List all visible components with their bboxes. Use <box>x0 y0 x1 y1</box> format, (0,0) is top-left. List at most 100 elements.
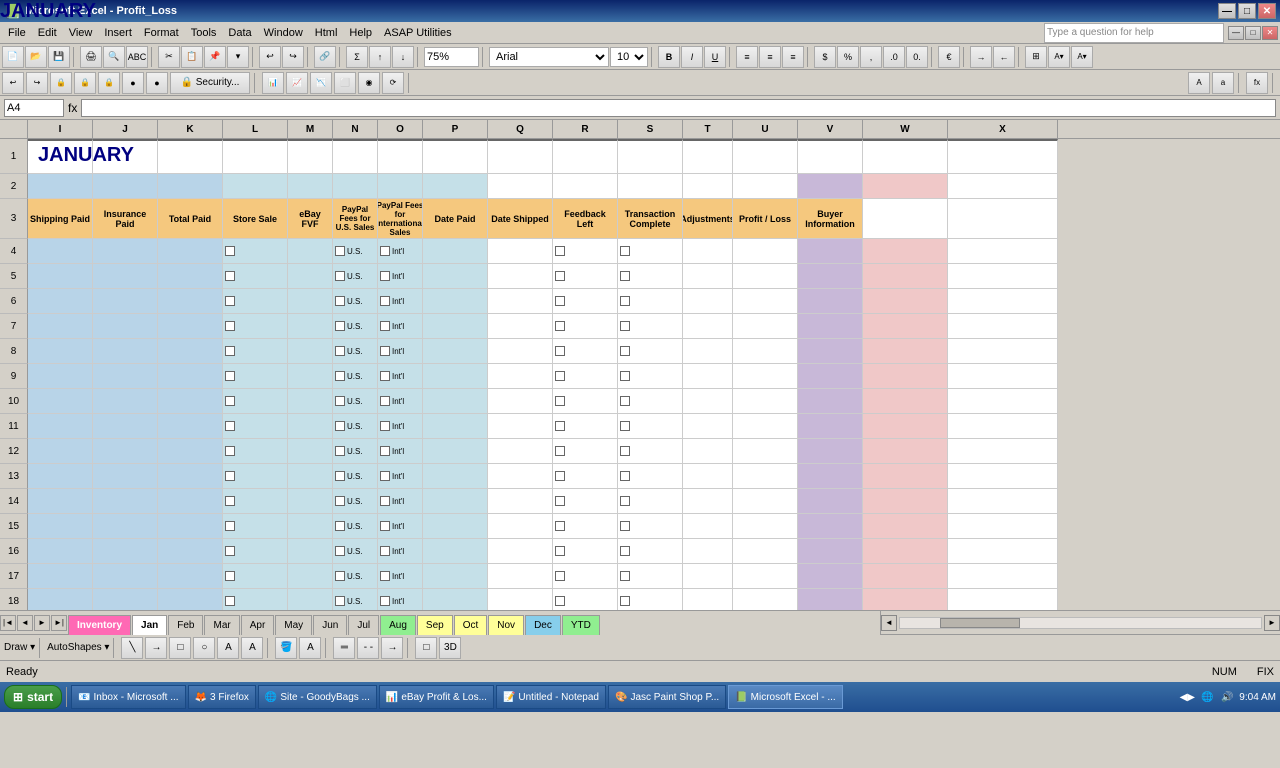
col-header-m[interactable]: M <box>288 120 333 138</box>
cell-r9[interactable] <box>553 364 618 389</box>
cell-v14[interactable] <box>798 489 863 514</box>
cell-m17[interactable] <box>288 564 333 589</box>
cell-k8[interactable] <box>158 339 223 364</box>
cell-x4[interactable] <box>948 239 1058 264</box>
cell-p1[interactable] <box>423 139 488 174</box>
cell-u1[interactable] <box>733 139 798 174</box>
save-button[interactable]: 💾 <box>48 46 70 68</box>
cell-u5[interactable] <box>733 264 798 289</box>
cell-j18[interactable] <box>93 589 158 610</box>
cell-i16[interactable] <box>28 539 93 564</box>
cell-k17[interactable] <box>158 564 223 589</box>
cell-u8[interactable] <box>733 339 798 364</box>
cell-t13[interactable] <box>683 464 733 489</box>
cell-m8[interactable] <box>288 339 333 364</box>
draw-arrow-style[interactable]: → <box>381 637 403 659</box>
cell-l17[interactable] <box>223 564 288 589</box>
cell-s4[interactable] <box>618 239 683 264</box>
col-header-t[interactable]: T <box>683 120 733 138</box>
cell-j13[interactable] <box>93 464 158 489</box>
tab-jul[interactable]: Jul <box>348 615 379 635</box>
cell-o4[interactable]: Int'l <box>378 239 423 264</box>
cell-n13[interactable]: U.S. <box>333 464 378 489</box>
cell-u10[interactable] <box>733 389 798 414</box>
cell-v4[interactable] <box>798 239 863 264</box>
cell-v9[interactable] <box>798 364 863 389</box>
cell-q17[interactable] <box>488 564 553 589</box>
cell-x10[interactable] <box>948 389 1058 414</box>
col-header-n[interactable]: N <box>333 120 378 138</box>
cell-j12[interactable] <box>93 439 158 464</box>
cell-t7[interactable] <box>683 314 733 339</box>
cell-o15[interactable]: Int'l <box>378 514 423 539</box>
borders-button[interactable]: ⊞ <box>1025 46 1047 68</box>
cell-i11[interactable] <box>28 414 93 439</box>
cell-s17[interactable] <box>618 564 683 589</box>
cell-o11[interactable]: Int'l <box>378 414 423 439</box>
tab-jun[interactable]: Jun <box>313 615 347 635</box>
app-close-button[interactable]: ✕ <box>1262 26 1278 40</box>
cell-v10[interactable] <box>798 389 863 414</box>
tb2-chart6[interactable]: ⟳ <box>382 72 404 94</box>
cell-x11[interactable] <box>948 414 1058 439</box>
cell-n2[interactable] <box>333 174 378 199</box>
cell-j9[interactable] <box>93 364 158 389</box>
cell-j10[interactable] <box>93 389 158 414</box>
sort-asc-button[interactable]: ↑ <box>369 46 391 68</box>
draw-textbox[interactable]: A <box>217 637 239 659</box>
cell-q14[interactable] <box>488 489 553 514</box>
close-button[interactable]: ✕ <box>1258 3 1276 19</box>
menu-file[interactable]: File <box>2 25 32 41</box>
cell-j6[interactable] <box>93 289 158 314</box>
cell-m13[interactable] <box>288 464 333 489</box>
cell-reference-input[interactable] <box>4 99 64 117</box>
cell-l10[interactable] <box>223 389 288 414</box>
cell-m4[interactable] <box>288 239 333 264</box>
cell-r10[interactable] <box>553 389 618 414</box>
font-select[interactable]: Arial <box>489 47 609 67</box>
autosum-button[interactable]: Σ <box>346 46 368 68</box>
cell-r16[interactable] <box>553 539 618 564</box>
col-header-j[interactable]: J <box>93 120 158 138</box>
new-button[interactable]: 📄 <box>2 46 24 68</box>
cell-p12[interactable] <box>423 439 488 464</box>
hscroll-thumb[interactable] <box>940 618 1020 628</box>
cell-j5[interactable] <box>93 264 158 289</box>
tb2-btn6[interactable]: ● <box>122 72 144 94</box>
menu-edit[interactable]: Edit <box>32 25 63 41</box>
cell-i2[interactable] <box>28 174 93 199</box>
col-header-s[interactable]: S <box>618 120 683 138</box>
cell-n18[interactable]: U.S. <box>333 589 378 610</box>
cell-i14[interactable] <box>28 489 93 514</box>
paste-special-button[interactable]: ▾ <box>227 46 249 68</box>
cell-o16[interactable]: Int'l <box>378 539 423 564</box>
cell-q5[interactable] <box>488 264 553 289</box>
percent-button[interactable]: % <box>837 46 859 68</box>
cell-l5[interactable] <box>223 264 288 289</box>
cell-v12[interactable] <box>798 439 863 464</box>
tab-nav-last[interactable]: ►| <box>51 615 67 631</box>
cell-r14[interactable] <box>553 489 618 514</box>
draw-shadow[interactable]: □ <box>415 637 437 659</box>
cell-o9[interactable]: Int'l <box>378 364 423 389</box>
cell-r13[interactable] <box>553 464 618 489</box>
draw-3d[interactable]: 3D <box>439 637 461 659</box>
cell-r4[interactable] <box>553 239 618 264</box>
cell-s9[interactable] <box>618 364 683 389</box>
tb2-btn4[interactable]: 🔒 <box>74 72 96 94</box>
cell-q15[interactable] <box>488 514 553 539</box>
outdent-button[interactable]: ← <box>993 46 1015 68</box>
formula-input[interactable] <box>81 99 1276 117</box>
cell-o18[interactable]: Int'l <box>378 589 423 610</box>
cell-o13[interactable]: Int'l <box>378 464 423 489</box>
cell-w1[interactable] <box>863 139 948 174</box>
draw-rect[interactable]: □ <box>169 637 191 659</box>
cell-p8[interactable] <box>423 339 488 364</box>
cell-o5[interactable]: Int'l <box>378 264 423 289</box>
cell-v2[interactable] <box>798 174 863 199</box>
comma-button[interactable]: , <box>860 46 882 68</box>
cell-p2[interactable] <box>423 174 488 199</box>
cell-r1[interactable] <box>553 139 618 174</box>
cell-v17[interactable] <box>798 564 863 589</box>
cell-m16[interactable] <box>288 539 333 564</box>
